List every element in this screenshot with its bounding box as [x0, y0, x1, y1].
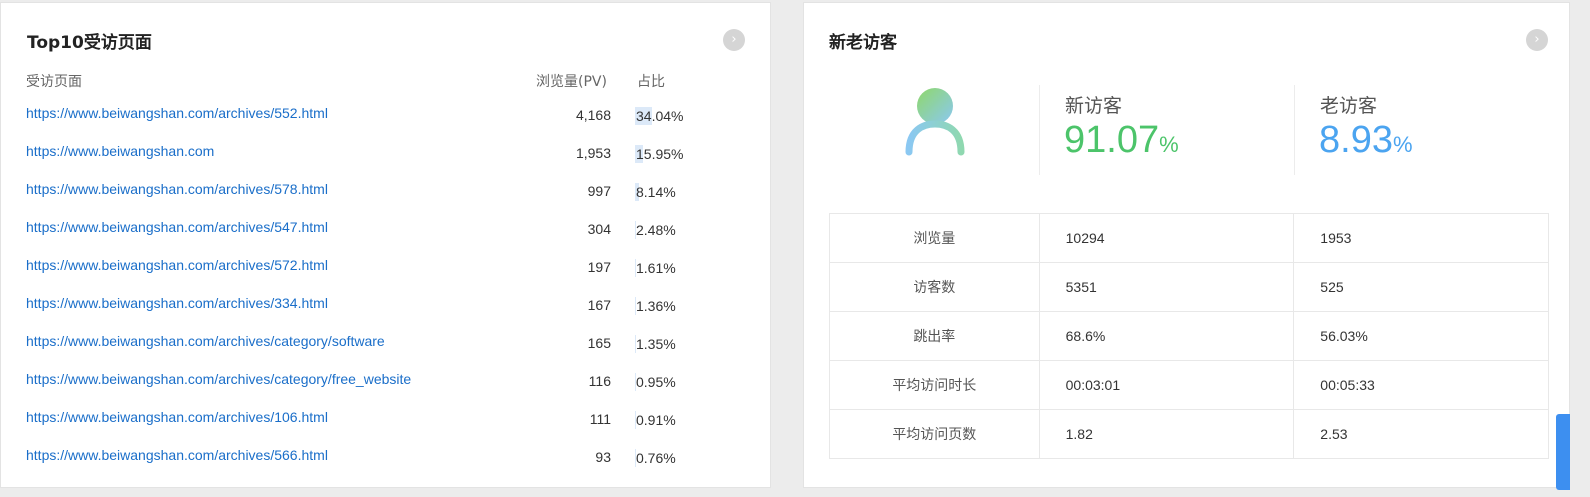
pv-value: 4,168	[575, 107, 611, 123]
table-row: https://www.beiwangshan.com/archives/cat…	[1, 371, 772, 409]
new-visitor-metric: 1.82	[1038, 409, 1295, 459]
metric-label: 跳出率	[829, 311, 1040, 361]
pv-value: 197	[587, 259, 611, 275]
ratio-cell: 0.91%	[635, 409, 735, 431]
table-row: 平均访问页数 1.82 2.53	[829, 409, 1549, 459]
ratio-cell: 1.36%	[635, 295, 735, 317]
page-link[interactable]: https://www.beiwangshan.com	[26, 143, 214, 159]
visitor-comparison-table: 浏览量 10294 1953 访客数 5351 525 跳出率 68.6% 56…	[829, 213, 1549, 459]
metric-label: 访客数	[829, 262, 1040, 312]
pv-value: 167	[587, 297, 611, 313]
column-header-ratio: 占比	[637, 74, 665, 90]
column-header-page: 受访页面	[26, 74, 82, 90]
ratio-value: 0.76%	[636, 450, 676, 466]
page-link[interactable]: https://www.beiwangshan.com/archives/cat…	[26, 371, 411, 387]
page-link[interactable]: https://www.beiwangshan.com/archives/578…	[26, 181, 328, 197]
top10-pages-panel: Top10受访页面 › 受访页面 浏览量(PV) 占比 https://www.…	[0, 2, 771, 488]
table-row: https://www.beiwangshan.com/archives/106…	[1, 409, 772, 447]
percent-unit: %	[1392, 132, 1413, 157]
ratio-cell: 1.35%	[635, 333, 735, 355]
scroll-to-top-tab[interactable]	[1556, 414, 1570, 490]
ratio-cell: 8.14%	[635, 181, 735, 203]
pv-value: 1,953	[575, 145, 611, 161]
divider	[1294, 85, 1295, 175]
ratio-value: 1.61%	[636, 260, 676, 276]
page-link[interactable]: https://www.beiwangshan.com/archives/547…	[26, 219, 328, 235]
metric-label: 浏览量	[829, 213, 1040, 263]
panel-title: 新老访客	[829, 33, 897, 53]
ratio-value: 1.36%	[636, 298, 676, 314]
table-row: 跳出率 68.6% 56.03%	[829, 311, 1549, 361]
old-visitor-metric: 2.53	[1293, 409, 1549, 459]
page-link[interactable]: https://www.beiwangshan.com/archives/566…	[26, 447, 328, 463]
ratio-value: 15.95%	[636, 146, 684, 162]
ratio-cell: 0.95%	[635, 371, 735, 393]
pv-value: 111	[589, 411, 611, 427]
ratio-cell: 1.61%	[635, 257, 735, 279]
table-row: 浏览量 10294 1953	[829, 213, 1549, 263]
pv-value: 116	[588, 373, 611, 389]
page-link[interactable]: https://www.beiwangshan.com/archives/106…	[26, 409, 328, 425]
table-row: https://www.beiwangshan.com/archives/552…	[1, 105, 772, 143]
table-row: 访客数 5351 525	[829, 262, 1549, 312]
ratio-value: 0.95%	[636, 374, 676, 390]
table-row: https://www.beiwangshan.com/archives/334…	[1, 295, 772, 333]
table-row: https://www.beiwangshan.com/archives/cat…	[1, 333, 772, 371]
table-row: https://www.beiwangshan.com/archives/566…	[1, 447, 772, 485]
new-visitor-percent: 91.07%	[1064, 119, 1179, 162]
old-visitor-metric: 00:05:33	[1293, 360, 1549, 410]
ratio-cell: 15.95%	[635, 143, 735, 165]
metric-label: 平均访问时长	[829, 360, 1040, 410]
pv-value: 997	[587, 183, 611, 199]
column-header-pv: 浏览量(PV)	[536, 74, 607, 90]
new-visitor-label: 新访客	[1065, 95, 1123, 117]
ratio-cell: 34.04%	[635, 105, 735, 127]
panel-title: Top10受访页面	[27, 33, 152, 53]
pv-value: 93	[595, 449, 611, 465]
table-row: https://www.beiwangshan.com/archives/572…	[1, 257, 772, 295]
table-row: https://www.beiwangshan.com/archives/578…	[1, 181, 772, 219]
old-visitor-metric: 1953	[1293, 213, 1549, 263]
ratio-value: 0.91%	[636, 412, 676, 428]
new-old-visitors-panel: 新老访客 › 新访客 91.07% 老访客 8.93% 浏览量 10294 19…	[803, 2, 1570, 488]
ratio-cell: 0.76%	[635, 447, 735, 469]
page-link[interactable]: https://www.beiwangshan.com/archives/cat…	[26, 333, 385, 349]
page-link[interactable]: https://www.beiwangshan.com/archives/334…	[26, 295, 328, 311]
table-row: 平均访问时长 00:03:01 00:05:33	[829, 360, 1549, 410]
new-visitor-metric: 00:03:01	[1038, 360, 1295, 410]
ratio-value: 2.48%	[636, 222, 676, 238]
percent-unit: %	[1159, 132, 1179, 157]
old-visitor-metric: 56.03%	[1293, 311, 1549, 361]
old-visitor-value: 8.93	[1319, 119, 1393, 161]
table-row: https://www.beiwangshan.com/archives/547…	[1, 219, 772, 257]
ratio-value: 1.35%	[636, 336, 676, 352]
old-visitor-metric: 525	[1293, 262, 1549, 312]
user-icon	[905, 88, 965, 156]
new-visitor-metric: 68.6%	[1038, 311, 1295, 361]
chevron-right-icon[interactable]: ›	[1526, 29, 1548, 51]
page-link[interactable]: https://www.beiwangshan.com/archives/552…	[26, 105, 328, 121]
table-row: https://www.beiwangshan.com 1,953 15.95%	[1, 143, 772, 181]
divider	[1039, 85, 1040, 175]
ratio-value: 34.04%	[636, 108, 684, 124]
metric-label: 平均访问页数	[829, 409, 1040, 459]
page-link[interactable]: https://www.beiwangshan.com/archives/572…	[26, 257, 328, 273]
new-visitor-metric: 10294	[1038, 213, 1295, 263]
pv-value: 165	[587, 335, 611, 351]
chevron-right-icon[interactable]: ›	[723, 29, 745, 51]
old-visitor-percent: 8.93%	[1319, 119, 1413, 162]
ratio-value: 8.14%	[636, 184, 676, 200]
new-visitor-value: 91.07	[1064, 119, 1160, 161]
ratio-cell: 2.48%	[635, 219, 735, 241]
pv-value: 304	[587, 221, 611, 237]
old-visitor-label: 老访客	[1320, 95, 1378, 117]
new-visitor-metric: 5351	[1038, 262, 1295, 312]
